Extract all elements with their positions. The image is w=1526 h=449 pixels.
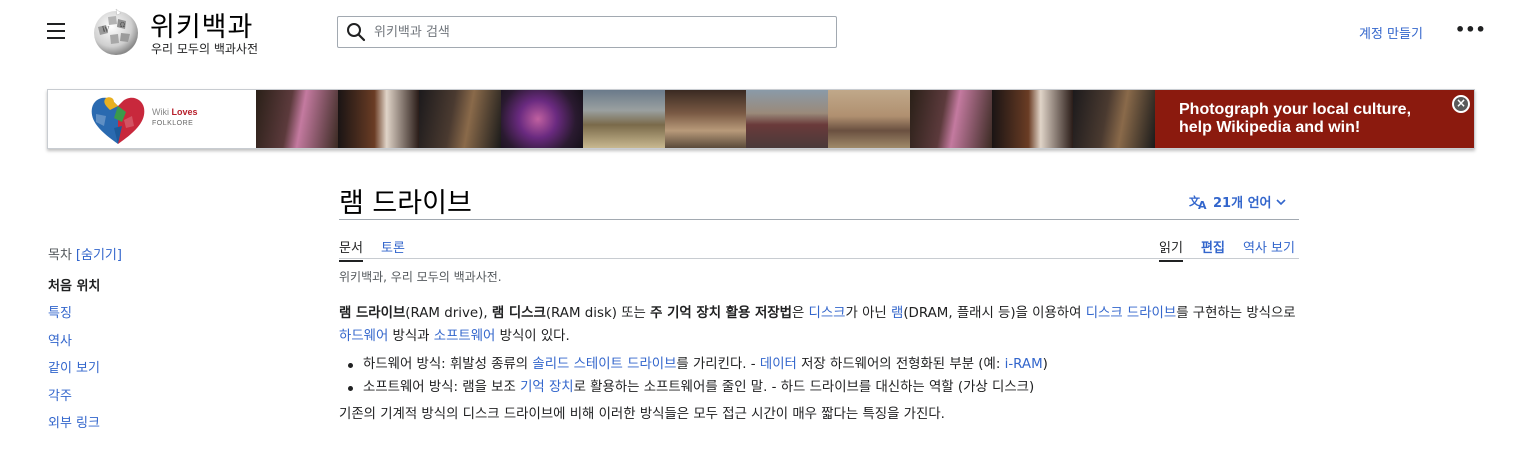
chevron-down-icon [1275,198,1286,205]
banner-photo [256,90,338,148]
link-hardware[interactable]: 하드웨어 [339,329,388,344]
list-item: 소프트웨어 방식: 램을 보조 기억 장치로 활용하는 소프트웨어를 줄인 말.… [348,376,1299,399]
toc-item-features[interactable]: 특징 [48,305,100,332]
page-title: 램 드라이브 [339,188,472,219]
site-tagline: 우리 모두의 백과사전 [151,42,258,56]
toc-hide-toggle[interactable]: [숨기기] [76,248,122,263]
banner-photo [419,90,502,148]
banner-photo [746,90,829,148]
wikipedia-globe-icon[interactable]: W Ω [90,7,142,57]
banner-photo-strip [256,90,1156,148]
more-options-button[interactable]: ••• [1455,22,1486,42]
link-disk[interactable]: 디스크 [809,306,846,321]
search-icon [347,23,366,42]
toc-list: 처음 위치 특징 역사 같이 보기 각주 외부 링크 [48,278,100,442]
article-paragraph: 기존의 기계적 방식의 디스크 드라이브에 비해 이러한 방식들은 모두 접근 … [339,407,945,422]
site-title[interactable]: 위키백과 [150,5,253,44]
banner-photo [582,90,665,148]
banner-photo [337,90,420,148]
link-software[interactable]: 소프트웨어 [434,329,496,344]
article-paragraph: 램 드라이브(RAM drive), 램 디스크(RAM disk) 또는 주 … [339,302,1299,348]
main-menu-button[interactable] [47,23,67,41]
text-span: 소프트웨어 방식: 램을 보조 [363,380,521,395]
banner-cta-line2: help Wikipedia and win! [1179,119,1361,136]
banner-cta[interactable]: Photograph your local culture, help Wiki… [1155,90,1474,148]
toc-header: 목차 [숨기기] [48,244,122,263]
tab-article[interactable]: 문서 [339,237,363,262]
text-span: 로 활용하는 소프트웨어를 줄인 말. - 하드 드라이브를 대신하는 역할 (… [573,380,1035,395]
link-disk-drive[interactable]: 디스크 드라이브 [1086,306,1177,321]
text-span: 방식이 있다. [495,329,570,344]
toc-item-top[interactable]: 처음 위치 [48,278,100,305]
article-list: 하드웨어 방식: 휘발성 종류의 솔리드 스테이트 드라이브를 가리킨다. - … [339,353,1299,399]
term-ram-disk: 램 디스크 [491,306,546,321]
banner-photo [501,90,583,148]
term-main-memory-storage: 주 기억 장치 활용 저장법 [650,306,792,321]
tabs-divider [339,258,1299,259]
toc-item-external-links[interactable]: 외부 링크 [48,415,100,442]
wiki-loves-folklore-logo: Wiki Loves FOLKLORE [48,90,256,148]
banner-photo [828,90,910,148]
create-account-link[interactable]: 계정 만들기 [1359,23,1423,42]
article-body: 램 드라이브(RAM drive), 램 디스크(RAM disk) 또는 주 … [339,302,1299,426]
text-span: 하드웨어 방식: 휘발성 종류의 [363,357,533,372]
text-span: 를 구현하는 방식으로 [1176,306,1296,321]
text-span: (DRAM, 플래시 등)을 이용하여 [903,306,1086,321]
text-span: 가 아닌 [845,306,891,321]
svg-text:A: A [1198,199,1207,210]
campaign-banner[interactable]: Wiki Loves FOLKLORE Photograph your loca… [47,89,1475,149]
language-count: 21개 언어 [1213,196,1272,211]
banner-cta-line1: Photograph your local culture, [1179,101,1412,118]
banner-logo-loves: Loves [171,107,198,117]
term-ram-drive: 램 드라이브 [339,306,406,321]
search-input[interactable] [374,24,814,40]
banner-photo [1073,90,1156,148]
link-i-ram[interactable]: i-RAM [1005,357,1043,372]
tab-talk[interactable]: 토론 [381,237,405,256]
text-span: 방식과 [388,329,434,344]
text-span: 저장 하드웨어의 전형화된 부분 (예: [796,357,1005,372]
text-span: 은 [791,306,809,321]
link-ram[interactable]: 램 [891,306,903,321]
toc-title: 목차 [48,248,72,263]
language-button[interactable]: 文 A 21개 언어 [1189,192,1286,211]
toc-item-see-also[interactable]: 같이 보기 [48,360,100,387]
translate-icon: 文 A [1189,194,1207,210]
site-subtitle: 위키백과, 우리 모두의 백과사전. [339,270,502,284]
tab-read[interactable]: 읽기 [1159,237,1183,262]
text-span: (RAM drive), [405,306,492,321]
svg-text:Ω: Ω [120,22,125,29]
hamburger-line [47,37,65,39]
text-span: 를 가리킨다. - [676,357,760,372]
toc-item-history[interactable]: 역사 [48,333,100,360]
svg-text:W: W [102,26,110,34]
search-box[interactable] [337,16,837,48]
link-storage-device[interactable]: 기억 장치 [520,380,574,395]
text-span: (RAM disk) 또는 [545,306,651,321]
banner-logo-folklore: FOLKLORE [152,120,194,127]
list-item: 하드웨어 방식: 휘발성 종류의 솔리드 스테이트 드라이브를 가리킨다. - … [348,353,1299,376]
heart-puzzle-icon [91,97,145,144]
text-span: ) [1042,357,1048,372]
banner-photo [909,90,992,148]
hamburger-line [47,23,65,25]
banner-logo-wiki: Wiki [152,107,169,117]
banner-photo [991,90,1074,148]
toc-item-references[interactable]: 각주 [48,388,100,415]
hamburger-line [47,30,65,32]
tab-edit[interactable]: 편집 [1201,237,1225,256]
title-divider [339,219,1299,220]
banner-photo [664,90,747,148]
banner-close-icon[interactable]: × [1452,95,1470,113]
link-ssd[interactable]: 솔리드 스테이트 드라이브 [532,357,676,372]
tab-history[interactable]: 역사 보기 [1243,237,1295,256]
link-data[interactable]: 데이터 [760,357,797,372]
